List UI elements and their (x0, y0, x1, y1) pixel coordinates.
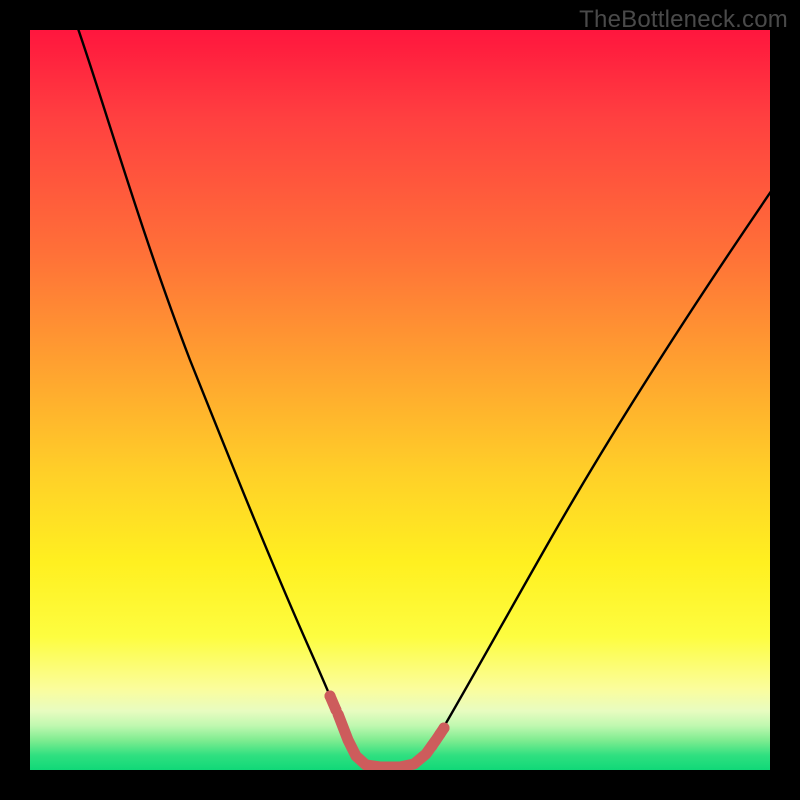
plot-area (30, 30, 770, 770)
accent-dot (331, 705, 342, 716)
accent-segment (330, 696, 444, 767)
accent-dot (439, 723, 450, 734)
accent-dot (325, 691, 336, 702)
curve-layer (30, 30, 770, 770)
accent-dot (427, 741, 438, 752)
watermark-text: TheBottleneck.com (579, 6, 788, 34)
bottleneck-curve (75, 30, 770, 767)
chart-frame: TheBottleneck.com (0, 0, 800, 800)
